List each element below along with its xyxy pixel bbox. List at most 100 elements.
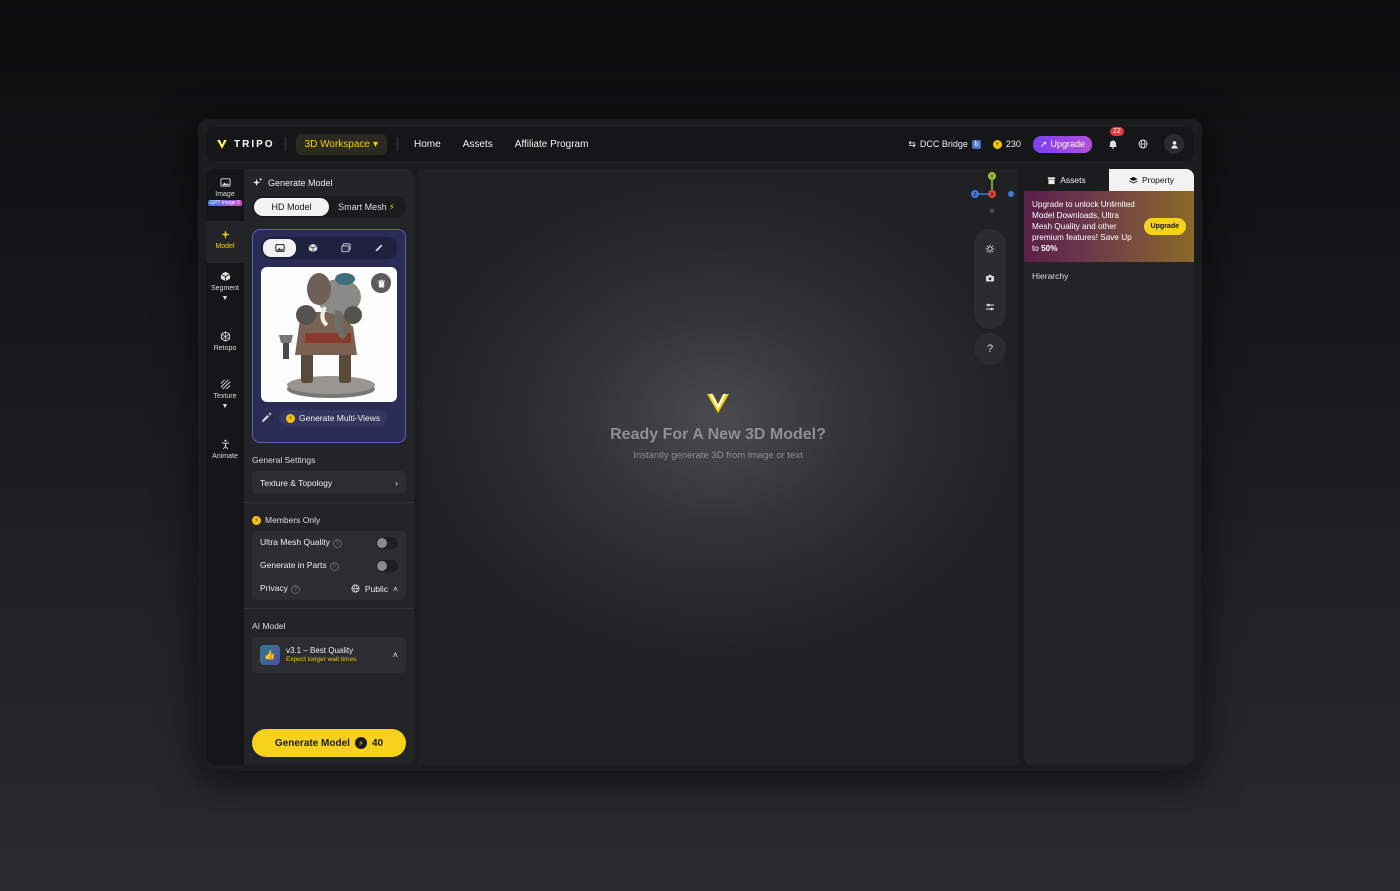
chevron-up-icon: ˄ — [392, 650, 398, 660]
workspace-dropdown[interactable]: 3D Workspace ▾ — [295, 133, 387, 155]
ultra-mesh-row: Ultra Mesh Quality? — [260, 531, 398, 554]
3d-viewport[interactable]: Y Z X ? Ready For A New 3D Model? Instan… — [418, 169, 1018, 765]
help-icon[interactable]: ? — [329, 562, 339, 572]
texture-topology-row[interactable]: Texture & Topology › — [252, 471, 406, 494]
edit-image-icon[interactable] — [261, 411, 273, 425]
upgrade-label: Upgrade — [1050, 139, 1085, 149]
generate-parts-toggle[interactable] — [376, 559, 398, 572]
bolt-icon: ⚡ — [388, 201, 395, 212]
rail-label-animate: Animate — [212, 453, 238, 460]
nav-assets[interactable]: Assets — [463, 139, 493, 150]
member-settings-box: Ultra Mesh Quality? Generate in Parts? P… — [252, 531, 406, 600]
bell-icon — [1109, 140, 1117, 149]
images-icon — [340, 243, 351, 253]
panel-title-text: Generate Model — [268, 177, 333, 188]
tool-rail: Image GPT Image 2 Model Segment ▼ Retopo… — [206, 169, 244, 765]
generate-model-button[interactable]: Generate Model ⚡ 40 — [252, 729, 406, 757]
coin-icon: ⚡ — [252, 515, 261, 525]
axis-gizmo-icon[interactable]: Y Z X — [970, 169, 1014, 213]
chevron-down-icon[interactable]: ▼ — [222, 295, 229, 302]
rail-item-animate[interactable]: Animate — [206, 431, 244, 479]
notifications-button[interactable]: 22 — [1104, 127, 1124, 153]
tab-smart-mesh[interactable]: Smart Mesh ⚡ — [329, 198, 404, 216]
globe-icon — [1138, 139, 1148, 149]
language-button[interactable] — [1134, 135, 1152, 153]
rail-item-image[interactable]: Image GPT Image 2 — [206, 169, 244, 221]
rail-label-image: Image — [215, 191, 235, 198]
privacy-row: Privacy? Public ˄ — [260, 577, 398, 600]
uploaded-image-preview[interactable] — [261, 267, 397, 402]
image-upload-card: ⚡ Generate Multi-Views — [252, 229, 406, 443]
rail-item-segment[interactable]: Segment ▼ — [206, 263, 244, 323]
settings-sliders-button[interactable] — [985, 299, 995, 317]
ultra-mesh-toggle[interactable] — [376, 536, 398, 549]
cube-segment-icon — [220, 271, 230, 282]
privacy-value: Public — [364, 583, 389, 594]
retopo-icon — [220, 331, 230, 342]
divider — [397, 137, 398, 151]
tab-hd-model[interactable]: HD Model — [254, 198, 329, 216]
general-settings-heading: General Settings — [252, 455, 316, 465]
tab-hd-model-label: HD Model — [271, 202, 312, 212]
divider — [244, 502, 414, 503]
tab-property[interactable]: Property — [1109, 169, 1194, 191]
members-only-label: Members Only — [265, 515, 321, 525]
dcc-bridge-button[interactable]: ⇆ DCC Bridge b — [908, 139, 981, 150]
ai-model-name: v3.1 – Best Quality — [286, 645, 354, 655]
right-panel: Assets Property Upgrade to unlock Unlimi… — [1024, 169, 1194, 765]
sliders-icon — [986, 304, 994, 311]
generate-parts-label: Generate in Parts — [260, 559, 327, 570]
mode-text[interactable] — [362, 239, 395, 257]
generate-multiviews-button[interactable]: ⚡ Generate Multi-Views — [279, 410, 388, 426]
main-nav: Home Assets Affiliate Program — [414, 139, 610, 150]
chevron-down-icon[interactable]: ▼ — [222, 403, 229, 410]
texture-icon — [220, 379, 230, 390]
camera-icon — [986, 274, 994, 282]
rail-label-model: Model — [215, 243, 235, 250]
model-type-tabs: HD Model Smart Mesh ⚡ — [252, 196, 406, 218]
notification-badge: 22 — [1110, 127, 1124, 136]
screenshot-button[interactable] — [985, 270, 995, 288]
upgrade-banner-text: Upgrade to unlock Unlimited Model Downlo… — [1032, 199, 1138, 254]
help-icon[interactable]: ? — [332, 539, 342, 549]
rail-item-model[interactable]: Model — [206, 221, 244, 263]
help-icon[interactable]: ? — [290, 585, 300, 595]
chevron-up-icon: ˄ — [393, 583, 398, 594]
input-mode-tabs — [261, 237, 397, 259]
upgrade-button[interactable]: ➚ Upgrade — [1032, 135, 1092, 153]
ai-model-select[interactable]: 👍 v3.1 – Best Quality Expect longer wait… — [252, 637, 406, 673]
mode-3d-cube[interactable] — [296, 239, 329, 257]
user-avatar-button[interactable] — [1164, 134, 1184, 154]
privacy-label: Privacy — [260, 582, 288, 593]
brand-logo[interactable]: TRIPO — [216, 138, 275, 150]
nav-home[interactable]: Home — [414, 139, 441, 150]
nav-affiliate[interactable]: Affiliate Program — [515, 139, 589, 150]
credits-display[interactable]: ⚡ 230 — [992, 139, 1021, 149]
help-button[interactable]: ? — [974, 333, 1006, 365]
rail-item-retopo[interactable]: Retopo — [206, 323, 244, 371]
rail-item-texture[interactable]: Texture ▼ — [206, 371, 244, 431]
generate-panel: Generate Model HD Model Smart Mesh ⚡ ⚡ G… — [244, 169, 414, 765]
archive-icon — [1048, 176, 1056, 184]
delete-image-button[interactable] — [371, 273, 391, 293]
banner-upgrade-button[interactable]: Upgrade — [1143, 218, 1186, 235]
gpt-image-badge: GPT Image 2 — [208, 200, 242, 206]
mode-single-image[interactable] — [263, 239, 296, 257]
generate-multiviews-label: Generate Multi-Views — [299, 413, 381, 423]
privacy-select[interactable]: Public ˄ — [351, 584, 398, 594]
divider — [244, 608, 414, 609]
dcc-badge-icon: b — [971, 139, 981, 149]
cube-icon — [308, 243, 317, 253]
tab-assets-label: Assets — [1060, 175, 1086, 185]
tab-assets[interactable]: Assets — [1024, 169, 1109, 191]
sun-icon — [985, 244, 995, 254]
panel-title: Generate Model — [252, 177, 406, 188]
lighting-button[interactable] — [985, 241, 995, 259]
coin-icon: ⚡ — [286, 413, 295, 423]
mode-multi-image[interactable] — [329, 239, 362, 257]
rail-label-retopo: Retopo — [213, 345, 237, 352]
dcc-bridge-label: DCC Bridge — [919, 139, 968, 149]
upgrade-banner-percent: 50% — [1041, 244, 1058, 254]
divider — [284, 137, 286, 151]
bolt-icon: ⚡ — [354, 737, 367, 749]
